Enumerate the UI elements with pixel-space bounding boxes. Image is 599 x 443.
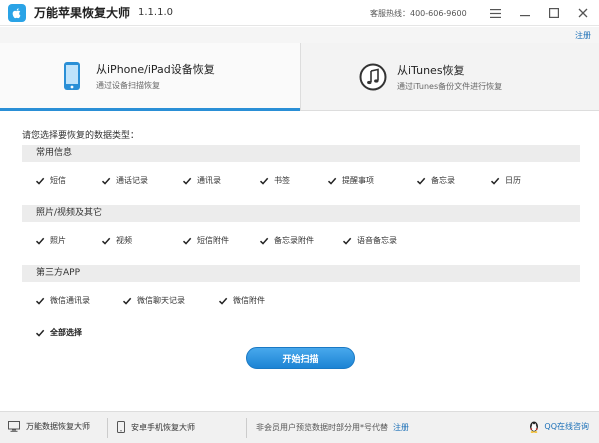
- footer-divider: [246, 418, 247, 438]
- checkmark-icon: [35, 236, 45, 246]
- footer-divider: [107, 418, 108, 438]
- checkbox-calendar[interactable]: 日历: [490, 175, 521, 186]
- checkmark-icon: [35, 296, 45, 306]
- checkbox-select-all[interactable]: 全部选择: [35, 327, 82, 338]
- tab-ios-device[interactable]: 从iPhone/iPad设备恢复 通过设备扫描恢复: [0, 43, 300, 111]
- checkmark-icon: [122, 296, 132, 306]
- group-header-media: 照片/视频及其它: [22, 205, 580, 222]
- group-header-common: 常用信息: [22, 145, 580, 162]
- checkbox-sms[interactable]: 短信: [35, 175, 66, 186]
- hamburger-icon[interactable]: [486, 5, 504, 21]
- checkmark-icon: [101, 236, 111, 246]
- tab-title: 从iPhone/iPad设备恢复: [96, 62, 215, 76]
- checkmark-icon: [490, 176, 500, 186]
- footer-data-recovery-link[interactable]: 万能数据恢复大师: [8, 421, 90, 432]
- checkmark-icon: [416, 176, 426, 186]
- qq-consult-link[interactable]: QQ在线咨询: [528, 420, 589, 433]
- phone-icon: [117, 421, 125, 433]
- title-bar: 万能苹果恢复大师 1.1.1.0 客服热线：400-606-9600: [0, 0, 599, 26]
- footer-register-link[interactable]: 注册: [393, 423, 409, 432]
- checkbox-bookmarks[interactable]: 书签: [259, 175, 290, 186]
- close-icon[interactable]: [574, 5, 592, 21]
- register-link[interactable]: 注册: [575, 30, 591, 41]
- checkmark-icon: [218, 296, 228, 306]
- checkmark-icon: [259, 236, 269, 246]
- music-note-icon: [359, 62, 387, 92]
- footer-android-recovery-link[interactable]: 安卓手机恢复大师: [117, 421, 195, 433]
- checkmark-icon: [182, 176, 192, 186]
- checkbox-photos[interactable]: 照片: [35, 235, 66, 246]
- minimize-icon[interactable]: [516, 5, 534, 21]
- start-scan-button[interactable]: 开始扫描: [246, 347, 355, 369]
- iphone-icon: [58, 61, 86, 91]
- checkbox-call-log[interactable]: 通话记录: [101, 175, 148, 186]
- monitor-icon: [8, 421, 20, 432]
- checkbox-voice-memos[interactable]: 语音备忘录: [342, 235, 397, 246]
- app-title: 万能苹果恢复大师: [34, 6, 131, 20]
- hotline-text: 客服热线：400-606-9600: [370, 9, 467, 18]
- checkbox-wechat-attachments[interactable]: 微信附件: [218, 295, 265, 306]
- checkmark-icon: [342, 236, 352, 246]
- checkbox-videos[interactable]: 视频: [101, 235, 132, 246]
- app-version: 1.1.1.0: [138, 7, 174, 18]
- checkbox-wechat-contacts[interactable]: 微信通讯录: [35, 295, 90, 306]
- checkbox-sms-attachments[interactable]: 短信附件: [182, 235, 229, 246]
- tab-title: 从iTunes恢复: [397, 64, 465, 77]
- checkbox-notes-attachments[interactable]: 备忘录附件: [259, 235, 314, 246]
- checkmark-icon: [327, 176, 337, 186]
- checkbox-contacts[interactable]: 通讯录: [182, 175, 221, 186]
- tab-subtitle: 通过设备扫描恢复: [96, 80, 160, 90]
- checkbox-reminders[interactable]: 提醒事项: [327, 175, 374, 186]
- checkbox-notes[interactable]: 备忘录: [416, 175, 455, 186]
- tab-itunes[interactable]: 从iTunes恢复 通过iTunes备份文件进行恢复: [300, 43, 599, 111]
- checkmark-icon: [182, 236, 192, 246]
- group-body-third-party: 微信通讯录 微信聊天记录 微信附件: [22, 282, 580, 316]
- maximize-icon[interactable]: [545, 5, 563, 21]
- qq-penguin-icon: [528, 420, 540, 433]
- group-body-media: 照片 视频 短信附件 备忘录附件 语音备忘录: [22, 222, 580, 256]
- checkmark-icon: [35, 176, 45, 186]
- apple-logo-icon: [8, 3, 26, 22]
- member-notice: 非会员用户预览数据时部分用*号代替 注册: [256, 423, 409, 432]
- group-header-third-party: 第三方APP: [22, 265, 580, 282]
- mode-tabs: 从iPhone/iPad设备恢复 通过设备扫描恢复 从iTunes恢复 通过iT…: [0, 43, 599, 111]
- checkbox-wechat-chat[interactable]: 微信聊天记录: [122, 295, 185, 306]
- group-body-common: 短信 通话记录 通讯录 书签 提醒事项 备忘录 日历: [22, 162, 580, 196]
- footer-bar: 万能数据恢复大师 安卓手机恢复大师 非会员用户预览数据时部分用*号代替 注册 QQ…: [0, 411, 599, 443]
- tab-subtitle: 通过iTunes备份文件进行恢复: [397, 82, 503, 91]
- checkmark-icon: [259, 176, 269, 186]
- checkmark-icon: [35, 328, 45, 338]
- register-bar: 注册: [0, 27, 599, 43]
- checkmark-icon: [101, 176, 111, 186]
- data-type-prompt: 请您选择要恢复的数据类型：: [22, 131, 140, 141]
